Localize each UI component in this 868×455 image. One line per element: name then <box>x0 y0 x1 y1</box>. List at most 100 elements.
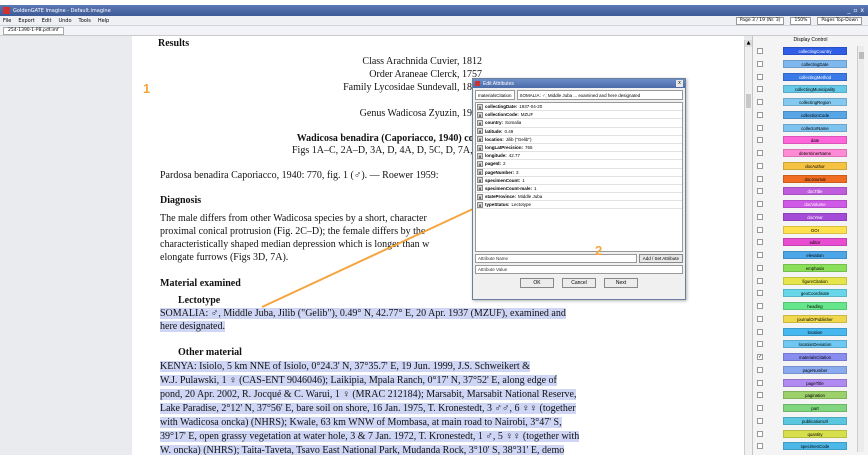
display-toggle-checkbox[interactable] <box>757 201 763 207</box>
remove-attribute-icon[interactable]: X <box>477 136 483 143</box>
display-toggle-checkbox[interactable] <box>757 137 763 144</box>
remove-attribute-icon[interactable]: X <box>477 103 483 110</box>
annotation-color-chip[interactable]: quantity <box>783 429 847 438</box>
attribute-row[interactable]: XstateProvince: Middle Juba <box>476 193 682 202</box>
text-line[interactable]: SOMALIA: ♂, Middle Juba, Jilib ("Gelib")… <box>160 308 566 319</box>
layout-select[interactable]: Pages Top-Down <box>817 16 862 25</box>
remove-attribute-icon[interactable]: X <box>477 152 483 159</box>
display-toggle-checkbox[interactable] <box>757 213 763 220</box>
annotation-color-chip[interactable]: journalOrPublisher <box>783 314 847 323</box>
document-scrollbar[interactable]: ▲ <box>744 40 752 455</box>
annotation-color-chip[interactable]: DOI <box>783 225 847 234</box>
zoom-select[interactable]: 150% <box>790 16 812 25</box>
attribute-value[interactable]: Somalia <box>505 120 521 125</box>
display-toggle-checkbox[interactable] <box>757 239 763 246</box>
display-toggle-checkbox[interactable] <box>757 162 763 169</box>
text-line[interactable]: Lake Paradise, 2°12' N, 37°56' E, bare s… <box>160 403 576 414</box>
annotation-color-chip[interactable]: part <box>783 404 847 412</box>
annotation-color-chip[interactable]: collectingDate <box>783 59 847 68</box>
display-toggle-checkbox[interactable] <box>757 277 763 284</box>
attribute-value[interactable]: 0.49 <box>505 129 514 134</box>
annotation-color-chip[interactable]: docTitle <box>783 187 847 196</box>
text-line[interactable]: W.J. Pulawski, 1 ♀ (CAS-ENT 9046046); La… <box>160 375 557 386</box>
text-line[interactable]: Order Araneae Clerck, 1757 <box>292 69 482 80</box>
text-line[interactable]: Pardosa benadira Caporiacco, 1940: 770, … <box>160 170 439 181</box>
display-toggle-checkbox[interactable] <box>757 86 763 93</box>
text-line[interactable]: here designated. <box>160 321 225 332</box>
attribute-row[interactable]: XpageNumber: 3 <box>476 169 682 177</box>
remove-attribute-icon[interactable]: X <box>477 128 483 135</box>
attribute-row[interactable]: Xlongitude: 42.77 <box>476 152 682 161</box>
add-set-attribute-button[interactable]: Add / Set Attribute <box>638 254 683 263</box>
panel-scrollbar[interactable] <box>857 46 864 452</box>
display-toggle-checkbox[interactable] <box>757 188 763 195</box>
menu-undo[interactable]: Undo <box>58 18 71 24</box>
display-toggle-checkbox[interactable] <box>757 315 763 322</box>
annotation-color-chip[interactable]: location <box>783 327 847 336</box>
display-toggle-checkbox[interactable] <box>757 175 763 182</box>
remove-attribute-icon[interactable]: X <box>477 193 483 200</box>
text-line[interactable]: The male differs from other Wadicosa spe… <box>160 213 427 224</box>
annotation-color-chip[interactable]: editor <box>783 238 847 247</box>
text-line[interactable]: Other material <box>178 347 242 358</box>
attribute-row[interactable]: XcollectionCode: MZUF <box>476 111 682 120</box>
display-toggle-checkbox[interactable] <box>757 264 763 271</box>
display-toggle-checkbox[interactable] <box>757 328 763 335</box>
menu-export[interactable]: Export <box>18 18 34 24</box>
annotation-color-chip[interactable]: figureCitation <box>783 276 847 285</box>
attribute-value[interactable]: 1 <box>534 186 537 191</box>
remove-attribute-icon[interactable]: X <box>477 201 483 208</box>
minimize-button[interactable]: _ <box>847 7 850 14</box>
annotation-color-chip[interactable]: docAuthor <box>783 161 847 170</box>
attribute-value[interactable]: 42.77 <box>509 153 520 158</box>
attribute-row[interactable]: XspecimenCount-male: 1 <box>476 185 682 194</box>
text-line[interactable]: elongate furrows (Figs 3D, 7A). <box>160 252 288 263</box>
text-line[interactable]: proximal conical protrusion (Fig. 2C–D);… <box>160 226 425 237</box>
annotation-color-chip[interactable]: docYear <box>783 212 847 221</box>
display-toggle-checkbox[interactable] <box>757 290 763 297</box>
menu-edit[interactable]: Edit <box>42 18 52 24</box>
attribute-value[interactable]: Lectotype <box>512 202 532 207</box>
restore-button[interactable]: ▫ <box>853 7 857 14</box>
annotation-color-chip[interactable]: pageTitle <box>783 378 847 387</box>
attribute-value[interactable]: MZUF <box>521 112 534 117</box>
text-line[interactable]: Material examined <box>160 278 241 289</box>
text-line[interactable]: Figs 1A–C, 2A–D, 3A, D, 4A, D, 5C, D, 7A… <box>292 145 490 156</box>
display-toggle-checkbox[interactable] <box>757 405 763 411</box>
text-line[interactable]: Results <box>158 38 189 49</box>
text-line[interactable]: Lectotype <box>178 295 220 306</box>
scroll-up-icon[interactable]: ▲ <box>745 40 752 47</box>
display-toggle-checkbox[interactable] <box>757 417 763 424</box>
attribute-row[interactable]: XlongLatPrecision: 765 <box>476 144 682 153</box>
attribute-name-input[interactable]: Attribute Name <box>475 254 637 263</box>
annotation-color-chip[interactable]: collectingCountry <box>783 47 847 55</box>
attribute-value[interactable]: 765 <box>525 145 533 150</box>
text-line[interactable]: W. oncka) (NHRS); Taita-Taveta, Tsavo Ea… <box>160 445 565 455</box>
display-toggle-checkbox[interactable] <box>757 111 763 118</box>
annotation-color-chip[interactable]: date <box>783 136 847 145</box>
scrollbar-thumb[interactable] <box>746 94 751 108</box>
menu-file[interactable]: File <box>3 18 11 24</box>
annotation-color-chip[interactable]: collectionCode <box>783 110 847 119</box>
menu-help[interactable]: Help <box>98 18 109 24</box>
ok-button[interactable]: OK <box>520 278 554 288</box>
annotation-color-chip[interactable]: publicationUrl <box>783 416 847 425</box>
attribute-row[interactable]: Xcountry: Somalia <box>476 119 682 128</box>
display-toggle-checkbox[interactable] <box>757 150 763 156</box>
annotation-color-chip[interactable]: docJournal <box>783 174 847 183</box>
annotation-color-chip[interactable]: collectingRegion <box>783 98 847 106</box>
remove-attribute-icon[interactable]: X <box>477 185 483 192</box>
annotation-color-chip[interactable]: docVolume <box>783 200 847 208</box>
attribute-row[interactable]: XspecimenCount: 1 <box>476 177 682 185</box>
attribute-row[interactable]: XpageId: 2 <box>476 160 682 169</box>
remove-attribute-icon[interactable]: X <box>477 144 483 151</box>
display-toggle-checkbox[interactable] <box>757 379 763 386</box>
attribute-value[interactable]: 1937-04-20 <box>519 104 542 109</box>
remove-attribute-icon[interactable]: X <box>477 111 483 118</box>
attribute-value[interactable]: Middle Juba <box>518 194 542 199</box>
annotation-color-chip[interactable]: collectingMethod <box>783 72 847 81</box>
attribute-value[interactable]: Jilib ("Gelib") <box>506 137 532 142</box>
annotation-color-chip[interactable]: locationDeviation <box>783 340 847 349</box>
remove-attribute-icon[interactable]: X <box>477 177 483 184</box>
attribute-row[interactable]: Xlocation: Jilib ("Gelib") <box>476 136 682 144</box>
